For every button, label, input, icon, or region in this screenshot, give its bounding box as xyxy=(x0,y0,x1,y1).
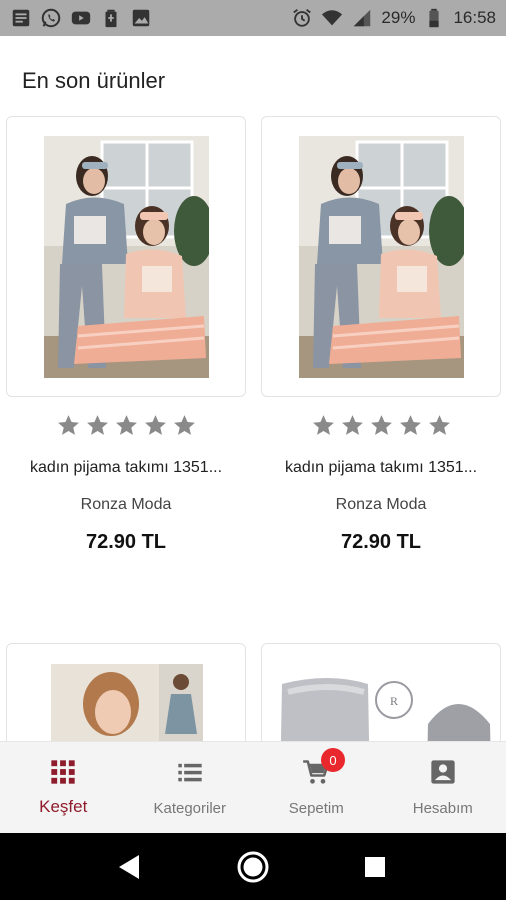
status-bar-system: 29% 16:58 xyxy=(291,7,496,29)
star-icon xyxy=(56,413,81,438)
star-icon xyxy=(114,413,139,438)
gallery-icon xyxy=(130,7,152,29)
star-icon xyxy=(340,413,365,438)
product-seller: Ronza Moda xyxy=(80,496,172,513)
rating-stars xyxy=(261,410,501,440)
nav-label: Sepetim xyxy=(288,800,344,817)
recents-icon[interactable] xyxy=(357,849,393,885)
system-navigation-bar xyxy=(0,833,506,900)
grid-icon xyxy=(49,758,77,786)
back-icon[interactable] xyxy=(113,849,149,885)
battery-percent: 29% xyxy=(381,8,416,27)
battery-icon xyxy=(423,7,445,29)
nav-label: Hesabım xyxy=(412,800,473,817)
nav-label: Kategoriler xyxy=(153,800,227,817)
whatsapp-icon xyxy=(40,7,62,29)
product-card-image[interactable] xyxy=(261,116,501,397)
star-icon xyxy=(172,413,197,438)
star-icon xyxy=(398,413,423,438)
rating-stars xyxy=(6,410,246,440)
section-title: En son ürünler xyxy=(22,68,166,93)
product-image[interactable] xyxy=(299,136,464,378)
app-screen: 29% 16:58 En son ürünler kadın pijama ta… xyxy=(0,0,506,900)
nav-item-sepetim[interactable]: 0 Sepetim xyxy=(253,742,380,833)
nav-item-hesabim[interactable]: Hesabım xyxy=(380,742,506,833)
list-icon xyxy=(176,758,204,786)
wifi-icon xyxy=(321,7,343,29)
product-info: kadın pijama takımı 1351... Ronza Moda 7… xyxy=(6,410,246,554)
nav-item-kategoriler[interactable]: Kategoriler xyxy=(127,742,254,833)
clock: 16:58 xyxy=(453,8,496,27)
product-card-image[interactable] xyxy=(6,116,246,397)
product-image[interactable] xyxy=(44,136,209,378)
product-price: 72.90 TL xyxy=(85,531,167,553)
star-icon xyxy=(85,413,110,438)
bottom-navigation: Keşfet Kategoriler 0 Sepetim Hesabım xyxy=(0,741,506,833)
product-seller: Ronza Moda xyxy=(335,496,427,513)
nav-label: Keşfet xyxy=(39,797,88,816)
nav-item-kesfet[interactable]: Keşfet xyxy=(0,742,127,833)
home-icon[interactable] xyxy=(235,849,271,885)
notes-icon xyxy=(10,7,32,29)
product-name[interactable]: kadın pijama takımı 1351... xyxy=(6,459,246,477)
alarm-icon xyxy=(291,7,313,29)
signal-icon xyxy=(351,7,373,29)
star-icon xyxy=(143,413,168,438)
account-icon xyxy=(429,758,457,786)
youtube-icon xyxy=(70,7,92,29)
star-icon xyxy=(369,413,394,438)
svg-text:R: R xyxy=(390,694,398,708)
star-icon xyxy=(311,413,336,438)
battery-saver-icon xyxy=(100,7,122,29)
cart-count-badge: 0 xyxy=(321,748,345,772)
star-icon xyxy=(427,413,452,438)
product-name[interactable]: kadın pijama takımı 1351... xyxy=(261,459,501,477)
product-info: kadın pijama takımı 1351... Ronza Moda 7… xyxy=(261,410,501,554)
status-bar-notifications xyxy=(10,7,152,29)
status-bar: 29% 16:58 xyxy=(0,0,506,36)
product-price: 72.90 TL xyxy=(340,531,422,553)
